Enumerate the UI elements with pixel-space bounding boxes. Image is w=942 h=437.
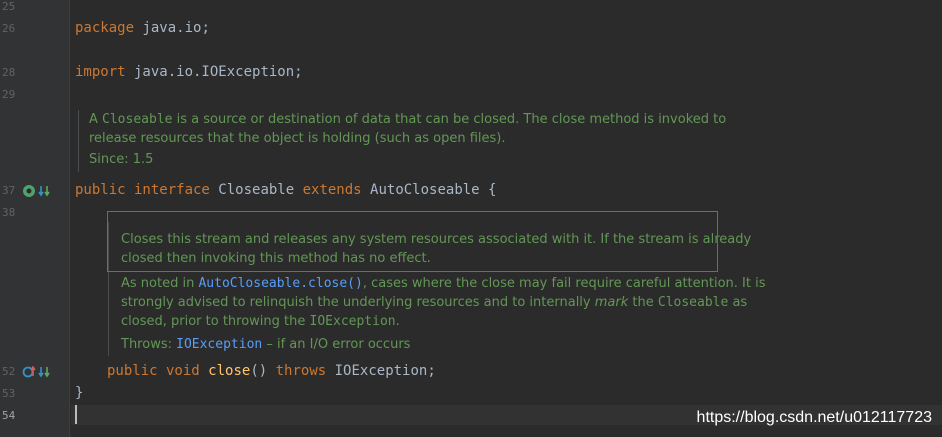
line-number: 29 [2, 88, 16, 101]
line-number: 52 [2, 365, 16, 378]
line-number: 38 [2, 206, 16, 219]
package-name: java.io; [134, 20, 210, 36]
code-line-interface[interactable]: public interface Closeable extends AutoC… [75, 181, 496, 199]
method-doc-p2-line-3: closed, prior to throwing the IOExceptio… [121, 314, 400, 329]
keyword: interface [125, 182, 210, 198]
keyword: package [75, 20, 135, 36]
line-number: 26 [2, 22, 16, 35]
code-ref: Closeable [102, 112, 173, 127]
line-number: 53 [2, 387, 16, 400]
override-down-icon[interactable] [38, 184, 50, 198]
method-doc-p2-line-1: As noted in AutoCloseable.close(), cases… [121, 276, 766, 291]
keyword: public [75, 182, 126, 198]
since-tag: Since: 1.5 [89, 152, 154, 167]
keyword: throws [275, 363, 327, 379]
code-line-package[interactable]: package java.io; [75, 19, 210, 37]
highlight-annotation-box [107, 211, 718, 272]
gutter-icons-interface [22, 184, 50, 198]
line-number: 37 [2, 184, 16, 197]
class-doc-line-2: release resources that the object is hol… [89, 131, 506, 146]
method-name: close [199, 363, 251, 379]
gutter-icons-method [22, 365, 50, 379]
class-javadoc: A Closeable is a source or destination o… [78, 110, 726, 172]
text-caret[interactable] [75, 405, 77, 424]
line-number: 28 [2, 66, 16, 79]
code-line-close-brace[interactable]: } [75, 384, 83, 402]
ioexception-link[interactable]: IOException [176, 337, 262, 352]
throws-tag: Throws: IOException – if an I/O error oc… [121, 337, 411, 352]
super-interface: AutoCloseable { [361, 182, 497, 198]
autocloseable-close-link[interactable]: AutoCloseable.close() [198, 276, 362, 291]
keyword: void [157, 363, 200, 379]
override-down-icon[interactable] [38, 365, 50, 379]
keyword: import [75, 64, 126, 80]
implementation-icon[interactable] [22, 184, 36, 198]
line-number: 54 [2, 409, 16, 422]
keyword: extends [302, 182, 362, 198]
code-line-close-method[interactable]: public void close() throws IOException; [107, 362, 436, 380]
exception-type: IOException; [326, 363, 436, 379]
code-line-import[interactable]: import java.io.IOException; [75, 63, 303, 81]
class-doc-line-1: A Closeable is a source or destination o… [89, 112, 727, 127]
watermark-url: https://blog.csdn.net/u012117723 [696, 409, 932, 426]
line-number: 25 [2, 0, 16, 13]
interface-name: Closeable [209, 182, 303, 198]
method-doc-p2-line-2: strongly advised to relinquish the under… [121, 295, 748, 310]
keyword: public [107, 363, 158, 379]
overriding-up-icon[interactable] [22, 365, 36, 379]
import-name: java.io.IOException; [125, 64, 303, 80]
